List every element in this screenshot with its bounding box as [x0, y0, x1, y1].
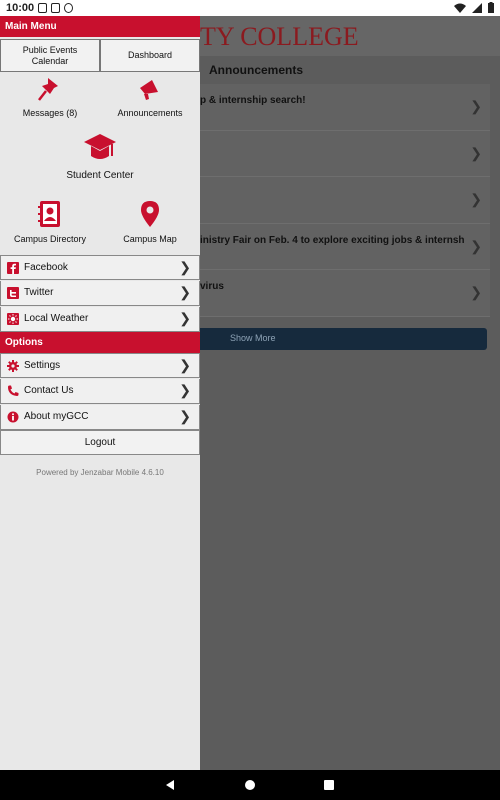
contact-us-row[interactable]: Contact Us ❯ [0, 379, 200, 404]
student-center-label: Student Center [66, 170, 134, 181]
pushpin-icon [38, 78, 58, 101]
settings-label: Settings [24, 360, 61, 371]
battery-icon [488, 2, 494, 13]
options-header: Options [0, 332, 200, 353]
main-menu-header: Main Menu [0, 16, 200, 37]
twitter-label: Twitter [24, 287, 54, 298]
contact-us-label: Contact Us [24, 385, 74, 396]
megaphone-icon [140, 80, 158, 100]
about-row[interactable]: About myGCC ❯ [0, 405, 200, 430]
sync-icon [64, 3, 73, 13]
local-weather-label: Local Weather [24, 313, 89, 324]
facebook-row[interactable]: Facebook ❯ [0, 255, 200, 280]
sim-icon [38, 3, 47, 13]
chevron-right-icon: ❯ [470, 98, 482, 114]
address-book-icon [38, 201, 60, 227]
facebook-label: Facebook [24, 262, 68, 273]
list-item[interactable]: p & internship search! ❯ [200, 84, 490, 131]
wifi-icon [454, 3, 466, 13]
chevron-right-icon: ❯ [179, 408, 191, 424]
logout-button[interactable]: Logout [0, 430, 200, 455]
local-weather-row[interactable]: Local Weather ❯ [0, 307, 200, 332]
chevron-right-icon: ❯ [470, 237, 482, 254]
chevron-right-icon: ❯ [179, 284, 191, 300]
campus-directory-tile[interactable]: Campus Directory [0, 200, 100, 244]
announcement-title: inistry Fair on Feb. 4 to explore exciti… [200, 234, 465, 246]
gear-icon [7, 360, 19, 372]
chevron-right-icon: ❯ [179, 259, 191, 275]
chevron-right-icon: ❯ [179, 357, 191, 373]
twitter-row[interactable]: Twitter ❯ [0, 281, 200, 306]
chevron-right-icon: ❯ [470, 191, 482, 207]
main-menu-drawer: Main Menu Public Events Calendar Dashboa… [0, 16, 200, 770]
status-time: 10:00 [6, 2, 35, 14]
campus-map-tile[interactable]: Campus Map [100, 200, 200, 244]
announcements-header-label: Announcements [209, 63, 304, 77]
graduation-cap-icon [84, 134, 116, 159]
home-icon[interactable] [244, 779, 256, 791]
show-more-button[interactable]: Show More [200, 328, 487, 350]
announcement-title: virus [200, 281, 224, 292]
facebook-icon [7, 262, 19, 274]
messages-label: Messages (8) [22, 108, 78, 118]
list-item[interactable]: ❯ [200, 130, 490, 177]
show-more-label: Show More [230, 333, 276, 343]
status-bar: 10:00 [0, 0, 500, 16]
dashboard-label: Dashboard [127, 50, 173, 60]
back-icon[interactable] [164, 779, 176, 791]
chevron-right-icon: ❯ [179, 382, 191, 398]
chevron-right-icon: ❯ [470, 144, 482, 161]
signal-icon [472, 2, 482, 13]
sd-card-icon [51, 3, 60, 13]
list-item[interactable]: virus ❯ [200, 270, 490, 317]
announcements-header: Announcements [200, 60, 486, 84]
settings-row[interactable]: Settings ❯ [0, 353, 200, 378]
logout-label: Logout [84, 437, 116, 448]
announcements-label: Announcements [117, 108, 183, 118]
announcements-list: p & internship search! ❯ ❯ ❯ inistry Fair… [200, 84, 490, 317]
campus-map-label: Campus Map [123, 234, 177, 244]
campus-directory-label: Campus Directory [13, 234, 87, 244]
map-pin-icon [141, 201, 159, 227]
college-title: TY COLLEGE [200, 22, 359, 51]
about-label: About myGCC [24, 411, 89, 422]
messages-tile[interactable]: Messages (8) [0, 76, 100, 118]
list-item[interactable]: inistry Fair on Feb. 4 to explore exciti… [200, 223, 490, 270]
announcement-title: p & internship search! [200, 95, 306, 106]
public-events-label: Public Events Calendar [22, 44, 78, 66]
announcements-tile[interactable]: Announcements [100, 76, 200, 118]
public-events-calendar-button[interactable]: Public Events Calendar [0, 39, 100, 72]
dashboard-button[interactable]: Dashboard [100, 39, 200, 72]
recents-icon[interactable] [324, 780, 334, 790]
phone-icon [8, 385, 19, 396]
chevron-right-icon: ❯ [470, 284, 482, 300]
notification-icons [38, 3, 73, 13]
chevron-right-icon: ❯ [179, 310, 191, 326]
info-icon [7, 411, 19, 423]
student-center-tile[interactable]: Student Center [40, 132, 160, 181]
powered-by-text: Powered by Jenzabar Mobile 4.6.10 [36, 468, 164, 477]
list-item[interactable]: ❯ [200, 177, 490, 224]
weather-icon [7, 313, 19, 325]
twitter-icon [7, 287, 19, 299]
navigation-bar [0, 770, 500, 800]
